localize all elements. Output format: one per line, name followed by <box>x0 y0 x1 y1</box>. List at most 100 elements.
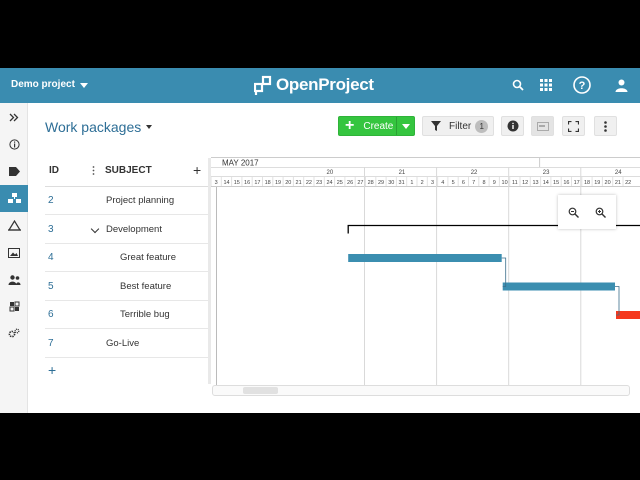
day-label: 8 <box>482 180 485 186</box>
table-row[interactable]: 5 Best feature <box>45 273 208 301</box>
chevron-down-icon <box>146 125 153 129</box>
timeline-icon[interactable] <box>0 212 28 239</box>
inline-create-button[interactable]: + <box>48 362 56 378</box>
week-label: 20 <box>327 170 334 176</box>
ellipsis-vertical-icon <box>604 120 607 132</box>
more-actions-button[interactable] <box>594 116 617 136</box>
work-package-id-link[interactable]: 4 <box>48 252 54 263</box>
work-package-id-link[interactable]: 6 <box>48 309 54 320</box>
work-package-subject[interactable]: Terrible bug <box>120 309 170 320</box>
logo-mark-icon <box>254 75 272 95</box>
day-label: 15 <box>553 180 559 186</box>
day-label: 10 <box>502 180 508 186</box>
day-label: 9 <box>493 180 496 186</box>
filter-icon <box>431 121 441 131</box>
day-label: 1 <box>410 180 413 186</box>
table-row[interactable]: 6 Terrible bug <box>45 301 208 329</box>
task-bar <box>348 254 502 262</box>
details-view-button[interactable] <box>501 116 524 136</box>
user-icon[interactable] <box>612 76 630 94</box>
task-bar <box>502 282 615 291</box>
day-label: 5 <box>452 180 455 186</box>
day-label: 28 <box>368 180 374 186</box>
openproject-logo[interactable]: OpenProject <box>254 74 374 96</box>
gantt-chart: MAY 2017JUN 2017202122232425314151617181… <box>211 157 640 386</box>
day-label: 17 <box>574 180 580 186</box>
column-header-id[interactable]: ID <box>49 165 59 176</box>
timeline-scrollbar[interactable] <box>212 385 630 396</box>
logo-text: OpenProject <box>276 75 374 94</box>
chevron-down-icon[interactable] <box>90 224 100 233</box>
openproject-app: Demo project OpenProject ? Work packages… <box>0 68 640 413</box>
day-label: 27 <box>357 180 363 186</box>
create-button[interactable]: + Create <box>338 116 415 136</box>
column-header-subject[interactable]: SUBJECT <box>105 165 152 176</box>
relation-line <box>615 286 620 316</box>
search-icon[interactable] <box>509 76 527 94</box>
day-label: 25 <box>337 180 343 186</box>
timeline-toggle-button[interactable] <box>531 116 554 136</box>
day-label: 19 <box>594 180 600 186</box>
day-label: 20 <box>605 180 611 186</box>
info-icon[interactable] <box>0 131 28 158</box>
table-row[interactable]: 4 Great feature <box>45 244 208 272</box>
plus-icon: + <box>345 117 355 134</box>
fullscreen-icon <box>568 120 579 132</box>
day-label: 15 <box>234 180 240 186</box>
work-package-subject[interactable]: Great feature <box>120 252 176 263</box>
settings-icon[interactable] <box>0 320 28 347</box>
work-package-id-link[interactable]: 5 <box>48 281 54 292</box>
work-package-id-link[interactable]: 7 <box>48 338 54 349</box>
svg-text:?: ? <box>579 80 586 92</box>
zoom-in-icon[interactable] <box>591 203 609 221</box>
day-label: 3 <box>431 180 434 186</box>
project-sidebar <box>0 103 28 413</box>
day-label: 31 <box>399 180 405 186</box>
collapse-sidebar-icon[interactable] <box>0 104 28 131</box>
filter-button[interactable]: Filter 1 <box>422 116 494 136</box>
fullscreen-button[interactable] <box>562 116 585 136</box>
table-row[interactable]: 3 Development <box>45 216 208 244</box>
gantt-timeline: MAY 2017JUN 2017202122232425314151617181… <box>211 157 640 386</box>
day-label: 14 <box>543 180 549 186</box>
work-package-id-link[interactable]: 2 <box>48 195 54 206</box>
info-icon <box>507 120 518 132</box>
top-header: Demo project OpenProject ? <box>0 68 640 103</box>
work-packages-icon[interactable] <box>0 185 28 212</box>
modules-grid-icon[interactable] <box>537 76 555 94</box>
day-label: 19 <box>275 180 281 186</box>
day-label: 21 <box>615 180 621 186</box>
day-label: 2 <box>421 180 424 186</box>
project-selector[interactable]: Demo project <box>11 79 88 90</box>
day-label: 16 <box>244 180 250 186</box>
help-icon[interactable]: ? <box>573 76 591 94</box>
day-label: 20 <box>285 180 291 186</box>
table-row[interactable]: 7 Go-Live <box>45 330 208 358</box>
day-label: 11 <box>512 180 518 186</box>
day-label: 18 <box>584 180 590 186</box>
day-label: 3 <box>215 180 218 186</box>
chevron-down-icon[interactable] <box>402 124 410 129</box>
zoom-out-icon[interactable] <box>564 203 582 221</box>
tag-icon[interactable] <box>0 158 28 185</box>
scrollbar-thumb[interactable] <box>243 387 278 394</box>
work-package-id-link[interactable]: 3 <box>48 224 54 235</box>
members-icon[interactable] <box>0 266 28 293</box>
filter-count-badge: 1 <box>475 119 489 133</box>
cost-icon[interactable] <box>0 293 28 320</box>
week-label: 21 <box>399 170 406 176</box>
work-package-subject[interactable]: Project planning <box>106 195 174 206</box>
add-column-button[interactable]: + <box>193 162 201 178</box>
page-title: Work packages <box>45 119 142 135</box>
day-label: 23 <box>316 180 322 186</box>
day-label: 29 <box>378 180 384 186</box>
table-row[interactable]: 2 Project planning <box>45 187 208 215</box>
divider <box>396 117 397 135</box>
work-package-subject[interactable]: Go-Live <box>106 338 139 349</box>
work-package-subject[interactable]: Best feature <box>120 281 171 292</box>
work-package-subject[interactable]: Development <box>106 224 162 235</box>
column-resize-handle[interactable] <box>92 166 95 178</box>
work-packages-view-selector[interactable]: Work packages <box>45 119 153 135</box>
image-icon[interactable] <box>0 239 28 266</box>
create-label: Create <box>363 120 394 132</box>
